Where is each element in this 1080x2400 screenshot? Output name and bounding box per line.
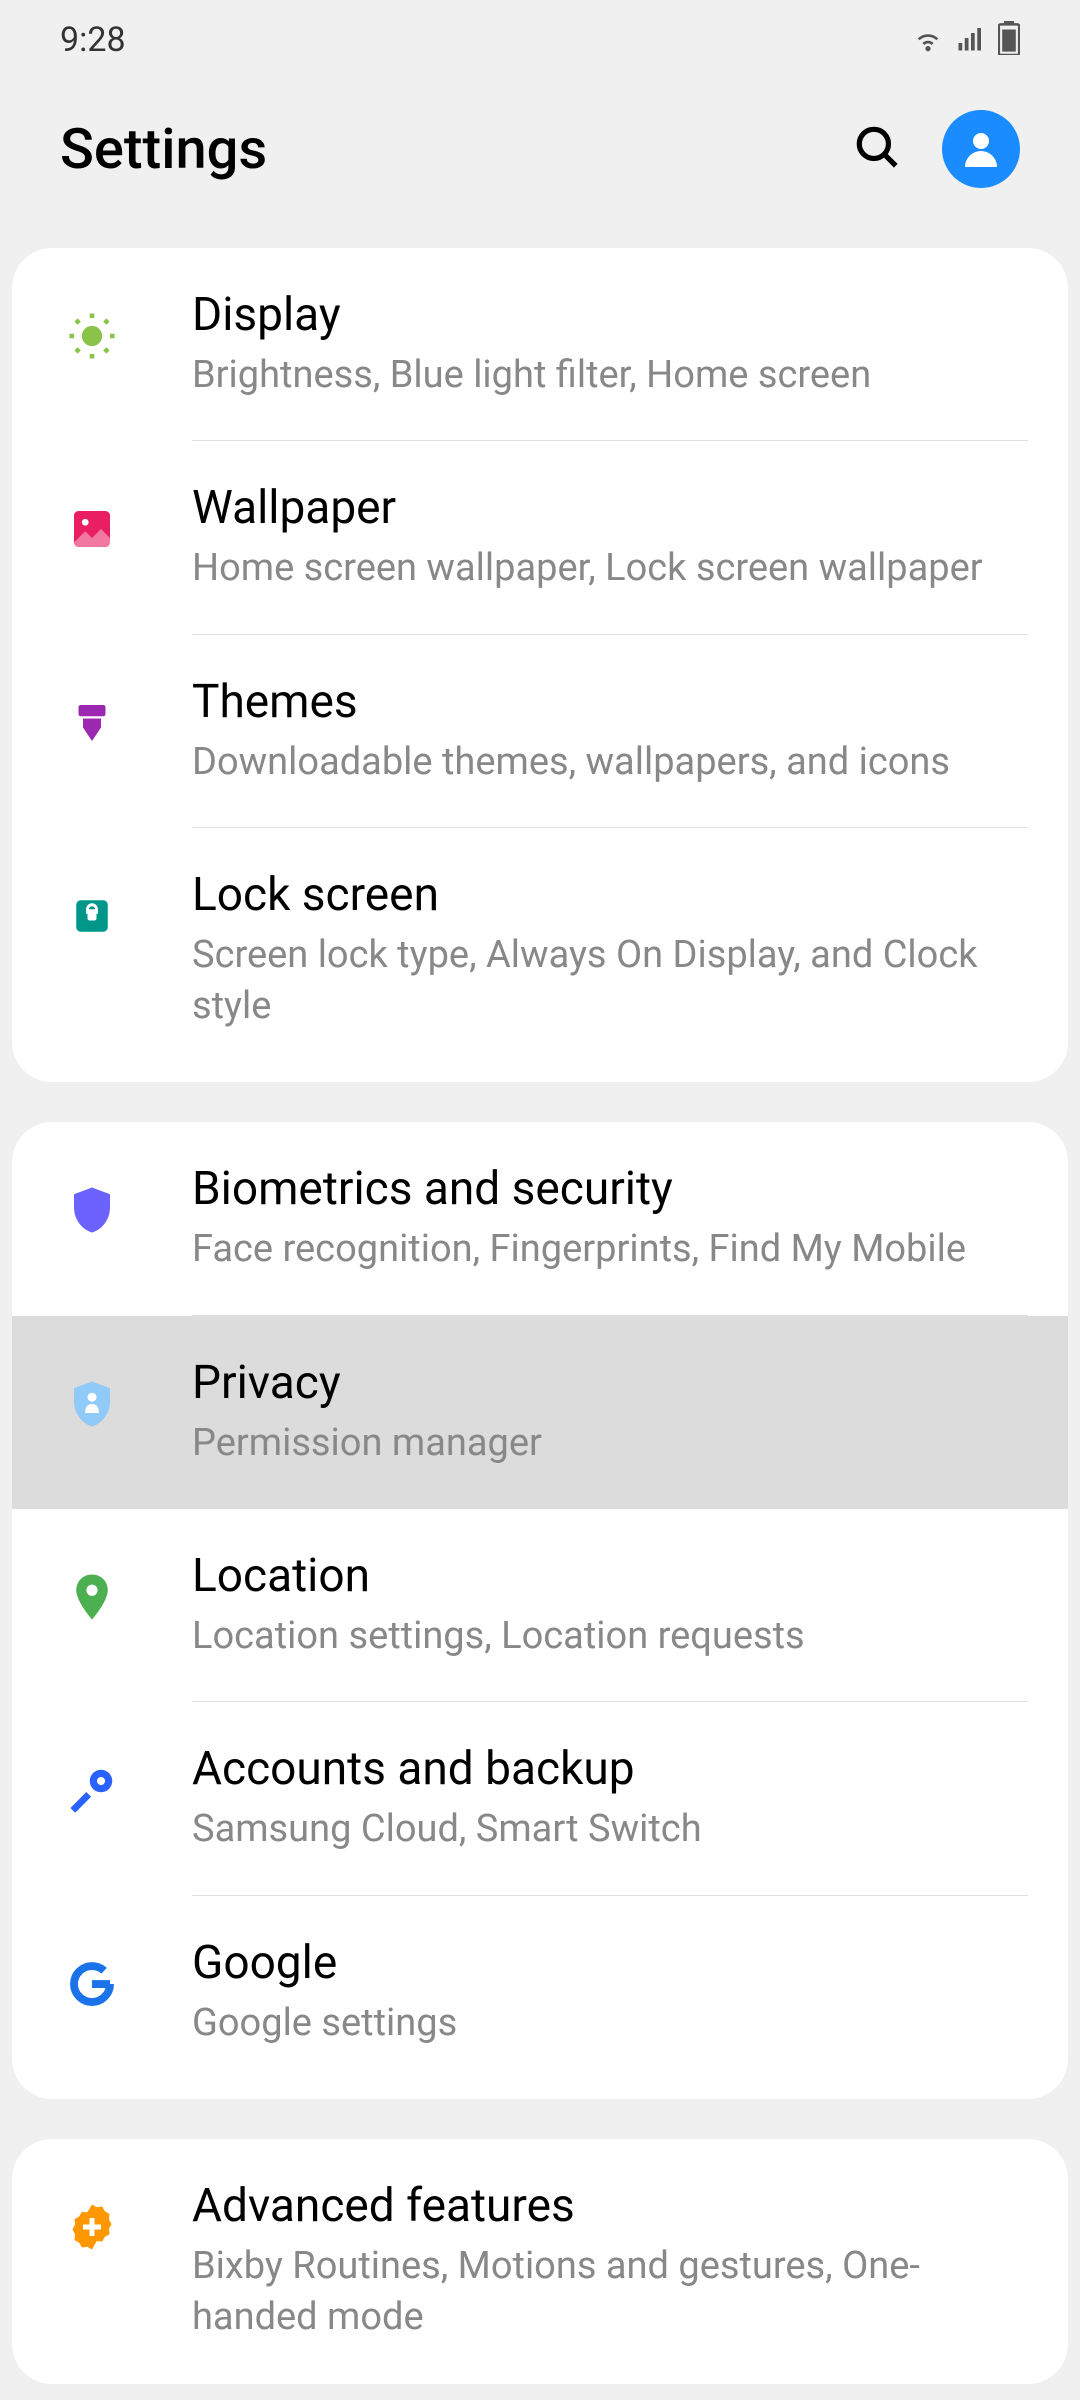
item-subtitle: Location settings, Location requests [192,1611,1028,1662]
item-subtitle: Home screen wallpaper, Lock screen wallp… [192,543,1028,594]
settings-item-display[interactable]: Display Brightness, Blue light filter, H… [12,248,1068,441]
settings-group: Advanced features Bixby Routines, Motion… [12,2139,1068,2384]
status-icons [912,21,1020,59]
item-subtitle: Face recognition, Fingerprints, Find My … [192,1224,1028,1275]
key-icon [62,1760,122,1820]
item-title: Advanced features [192,2179,1028,2233]
item-subtitle: Samsung Cloud, Smart Switch [192,1804,1028,1855]
settings-item-advanced[interactable]: Advanced features Bixby Routines, Motion… [12,2139,1068,2384]
brightness-icon [62,306,122,366]
item-subtitle: Screen lock type, Always On Display, and… [192,930,1028,1033]
item-subtitle: Downloadable themes, wallpapers, and ico… [192,737,1028,788]
wifi-icon [912,22,944,58]
item-subtitle: Brightness, Blue light filter, Home scre… [192,350,1028,401]
item-title: Biometrics and security [192,1162,1028,1216]
google-icon [62,1954,122,2014]
settings-item-accounts[interactable]: Accounts and backup Samsung Cloud, Smart… [12,1702,1068,1895]
gear-plus-icon [62,2197,122,2257]
themes-icon [62,693,122,753]
battery-icon [998,21,1020,59]
settings-item-themes[interactable]: Themes Downloadable themes, wallpapers, … [12,635,1068,828]
search-icon[interactable] [852,122,902,176]
item-title: Accounts and backup [192,1742,1028,1796]
item-title: Google [192,1936,1028,1990]
item-title: Privacy [192,1356,1028,1410]
item-subtitle: Permission manager [192,1418,1028,1469]
status-bar: 9:28 [0,0,1080,80]
wallpaper-icon [62,499,122,559]
header: Settings [0,80,1080,248]
location-pin-icon [62,1567,122,1627]
privacy-shield-icon [62,1374,122,1434]
status-time: 9:28 [60,20,126,60]
settings-item-google[interactable]: Google Google settings [12,1896,1068,2099]
avatar[interactable] [942,110,1020,188]
settings-group: Display Brightness, Blue light filter, H… [12,248,1068,1082]
settings-item-lock-screen[interactable]: Lock screen Screen lock type, Always On … [12,828,1068,1083]
page-title: Settings [60,116,267,182]
item-title: Wallpaper [192,481,1028,535]
item-subtitle: Bixby Routines, Motions and gestures, On… [192,2241,1028,2344]
shield-icon [62,1180,122,1240]
settings-item-wallpaper[interactable]: Wallpaper Home screen wallpaper, Lock sc… [12,441,1068,634]
item-title: Themes [192,675,1028,729]
signal-icon [956,23,986,57]
item-title: Lock screen [192,868,1028,922]
item-title: Display [192,288,1028,342]
header-actions [852,110,1020,188]
item-subtitle: Google settings [192,1998,1028,2049]
settings-item-location[interactable]: Location Location settings, Location req… [12,1509,1068,1702]
settings-group: Biometrics and security Face recognition… [12,1122,1068,2098]
settings-item-biometrics[interactable]: Biometrics and security Face recognition… [12,1122,1068,1315]
item-title: Location [192,1549,1028,1603]
settings-item-privacy[interactable]: Privacy Permission manager [12,1316,1068,1509]
lock-icon [62,886,122,946]
